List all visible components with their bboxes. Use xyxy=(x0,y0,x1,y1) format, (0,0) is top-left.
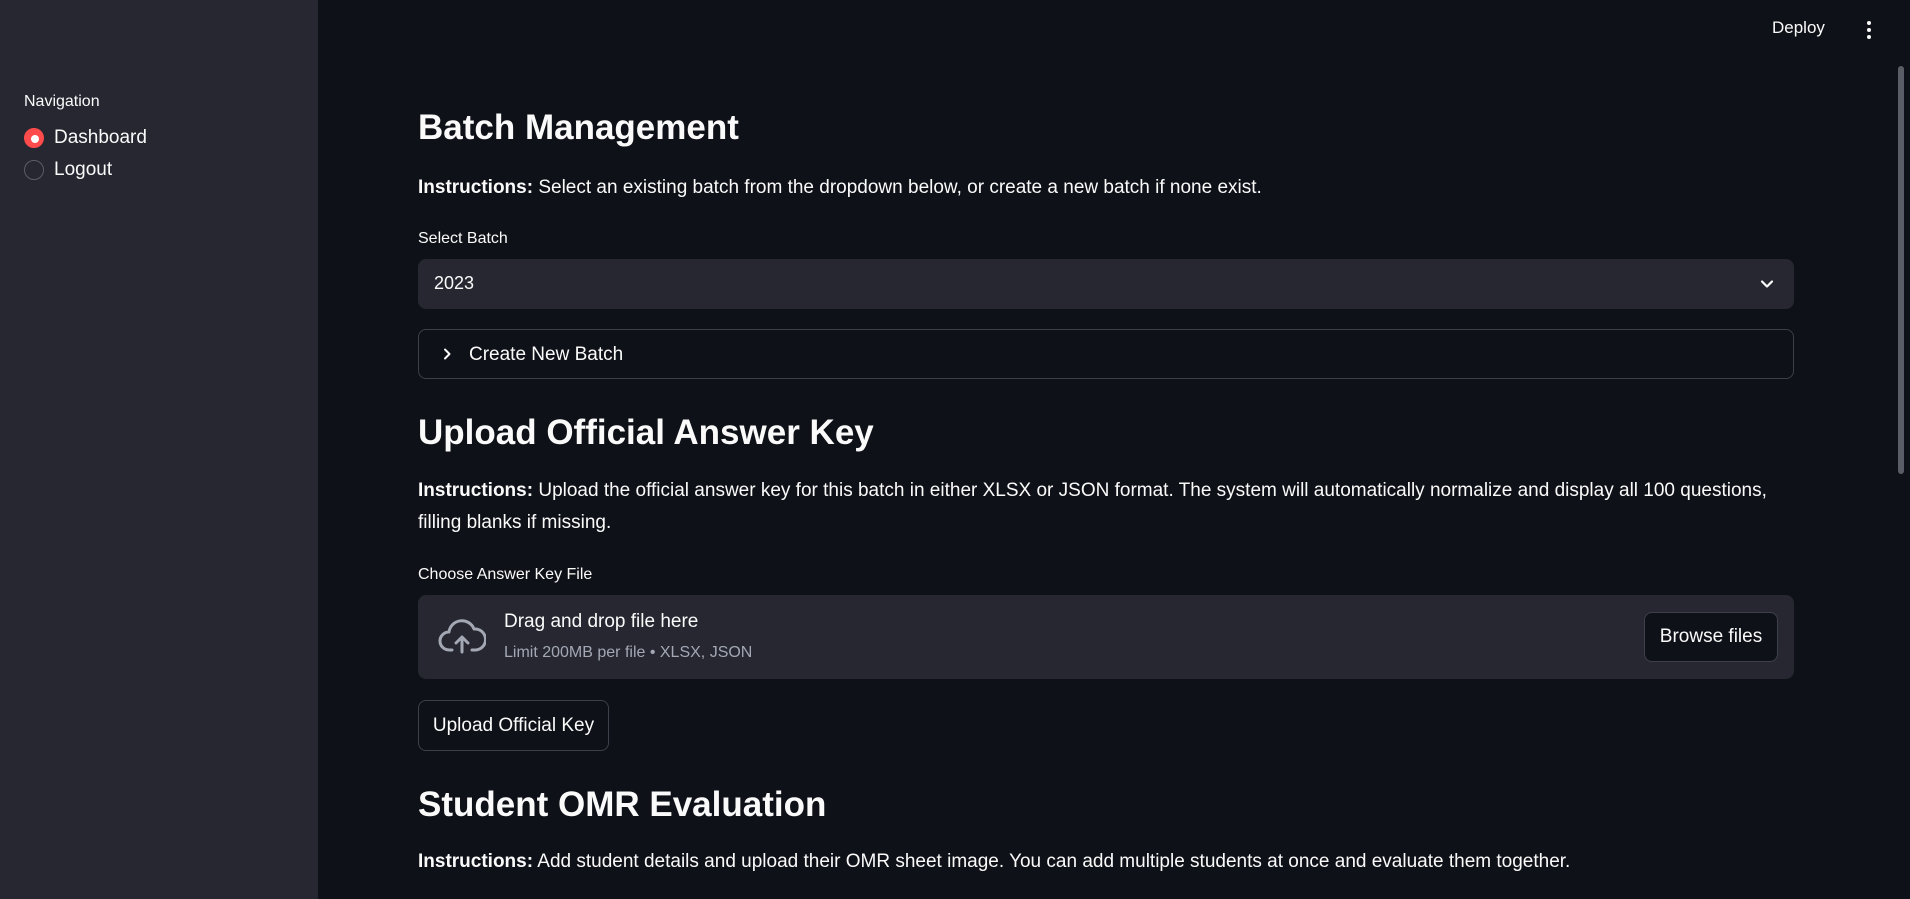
nav-item-logout[interactable]: Logout xyxy=(24,158,112,182)
kebab-dot xyxy=(1867,21,1871,25)
dropzone-title: Drag and drop file here xyxy=(504,611,699,632)
select-batch-dropdown[interactable]: 2023 xyxy=(418,259,1794,309)
browse-files-button[interactable]: Browse files xyxy=(1644,612,1778,662)
student-omr-heading: Student OMR Evaluation xyxy=(418,785,827,824)
deploy-button[interactable]: Deploy xyxy=(1772,18,1825,38)
scrollbar-thumb[interactable] xyxy=(1898,66,1904,474)
answer-key-instructions: Instructions: Upload the official answer… xyxy=(418,475,1794,539)
create-new-batch-label: Create New Batch xyxy=(469,344,624,365)
instructions-bold: Instructions: xyxy=(418,177,534,198)
file-dropzone[interactable]: Drag and drop file here Limit 200MB per … xyxy=(418,595,1794,679)
instructions-text: Upload the official answer key for this … xyxy=(418,480,1767,533)
cloud-upload-icon xyxy=(438,619,486,654)
nav-item-label: Dashboard xyxy=(54,127,147,148)
select-batch-label: Select Batch xyxy=(418,230,508,247)
create-new-batch-expander[interactable]: Create New Batch xyxy=(418,329,1794,379)
nav-item-dashboard[interactable]: Dashboard xyxy=(24,126,147,150)
dropzone-limit: Limit 200MB per file • XLSX, JSON xyxy=(504,644,753,661)
instructions-text: Add student details and upload their OMR… xyxy=(533,851,1571,872)
upload-official-key-button[interactable]: Upload Official Key xyxy=(418,700,609,751)
radio-unselected-icon[interactable] xyxy=(24,160,44,180)
navigation-title: Navigation xyxy=(24,93,100,110)
kebab-menu-icon[interactable] xyxy=(1862,18,1876,42)
kebab-dot xyxy=(1867,28,1871,32)
kebab-dot xyxy=(1867,35,1871,39)
chevron-down-icon xyxy=(1760,280,1774,288)
instructions-text: Select an existing batch from the dropdo… xyxy=(533,177,1262,198)
sidebar: Navigation Dashboard Logout xyxy=(0,0,318,899)
radio-selected-icon[interactable] xyxy=(24,128,44,148)
nav-item-label: Logout xyxy=(54,159,113,180)
answer-key-file-label: Choose Answer Key File xyxy=(418,566,593,583)
select-batch-value: 2023 xyxy=(434,273,475,293)
upload-answer-key-heading: Upload Official Answer Key xyxy=(418,413,874,452)
instructions-bold: Instructions: xyxy=(418,480,534,501)
omr-instructions: Instructions: Add student details and up… xyxy=(418,846,1794,878)
app-root: Navigation Dashboard Logout Deploy Batch… xyxy=(0,0,1910,899)
batch-management-heading: Batch Management xyxy=(418,108,739,147)
instructions-bold: Instructions: xyxy=(418,851,534,872)
batch-instructions: Instructions: Select an existing batch f… xyxy=(418,172,1794,204)
chevron-right-icon xyxy=(444,348,451,360)
